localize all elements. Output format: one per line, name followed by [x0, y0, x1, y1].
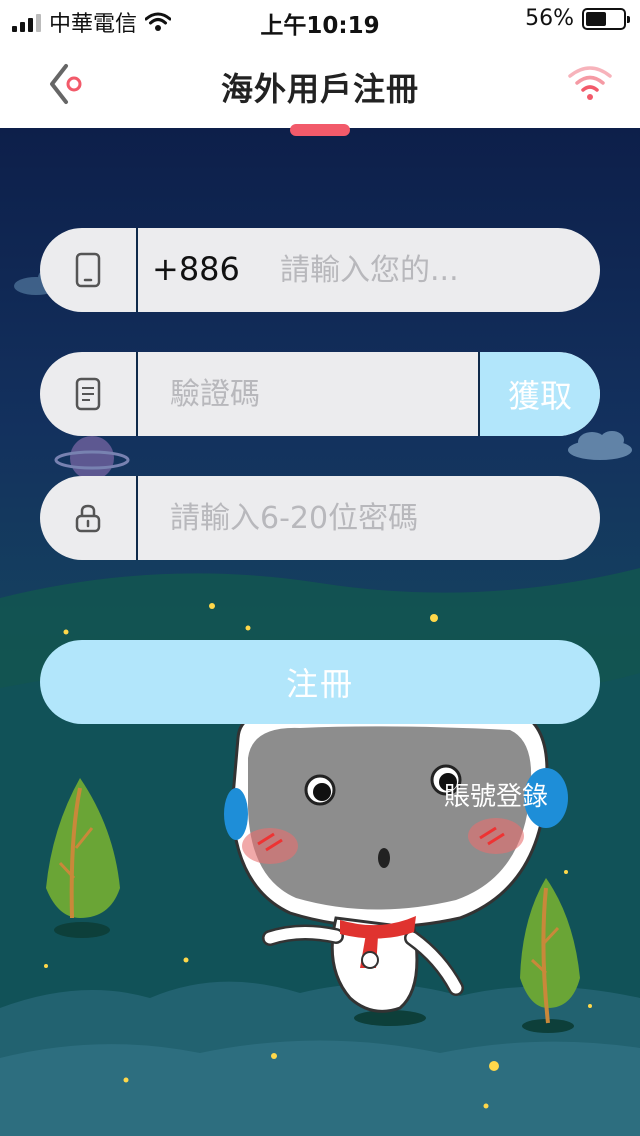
- get-code-button[interactable]: 獲取: [478, 352, 600, 436]
- country-code[interactable]: +886: [152, 250, 240, 288]
- cloud-right: [568, 431, 632, 460]
- password-icon-cell: [40, 476, 138, 560]
- battery-percent: 56%: [525, 6, 574, 31]
- account-login-link[interactable]: 賬號登錄: [444, 776, 548, 813]
- code-field: 獲取: [40, 352, 600, 436]
- nav-active-indicator: [290, 124, 350, 136]
- phone-icon-cell: [40, 228, 138, 312]
- wifi-icon: [568, 66, 612, 100]
- page-title: 海外用戶注冊: [220, 70, 419, 108]
- nav-bar: 海外用戶注冊: [0, 40, 640, 128]
- document-icon: [75, 377, 101, 411]
- password-input[interactable]: [170, 476, 580, 560]
- phone-icon: [75, 252, 101, 288]
- password-field: [40, 476, 600, 560]
- status-bar: 中華電信 上午10:19 56%: [0, 0, 640, 40]
- battery-group: 56%: [525, 6, 630, 31]
- register-button[interactable]: 注冊: [40, 640, 600, 724]
- code-icon-cell: [40, 352, 138, 436]
- phone-field: +886: [40, 228, 600, 312]
- planet: [54, 436, 130, 480]
- lock-icon: [75, 504, 101, 533]
- battery-icon: [582, 7, 630, 30]
- wifi-button[interactable]: [566, 62, 614, 106]
- verification-code-input[interactable]: [170, 352, 470, 436]
- phone-input[interactable]: [280, 228, 580, 312]
- battery-fill: [586, 11, 607, 26]
